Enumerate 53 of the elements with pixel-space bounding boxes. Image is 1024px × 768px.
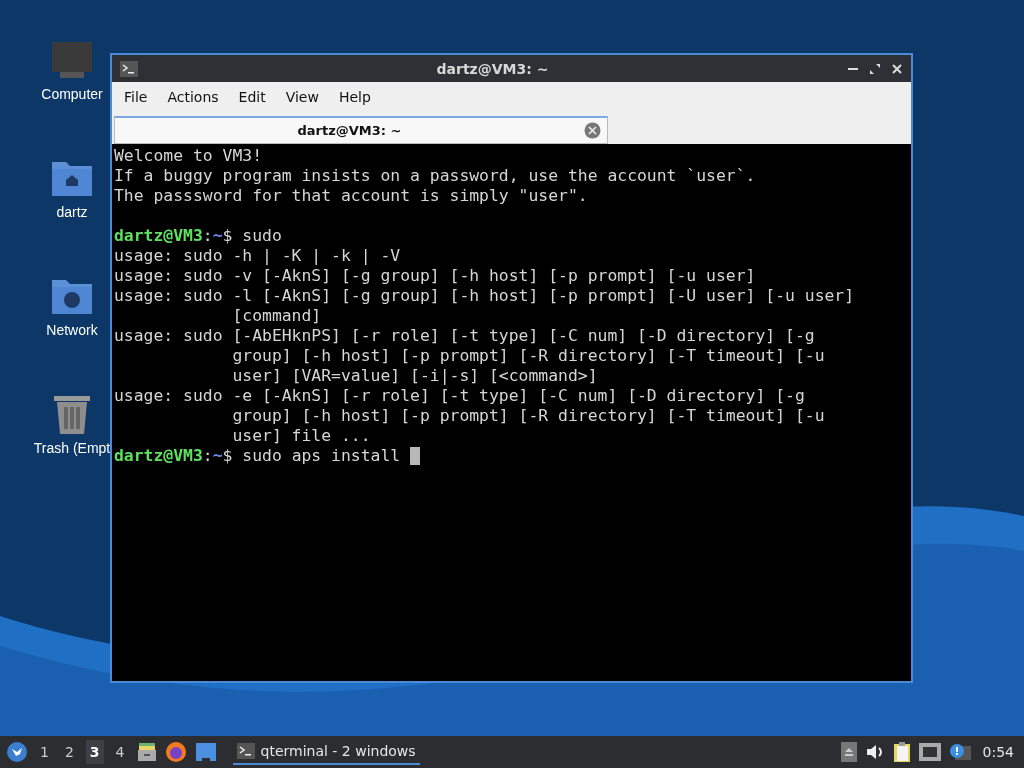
clipboard-icon[interactable] <box>892 741 911 763</box>
workspace-button[interactable]: 4 <box>111 740 129 764</box>
terminal-icon <box>120 60 138 77</box>
terminal-tab[interactable]: dartz@VM3: ~ <box>114 116 608 144</box>
output-line: usage: sudo [-AbEHknPS] [-r role] [-t type] [-C num] [-D directory] [-g <box>114 326 815 346</box>
file-cabinet-icon[interactable] <box>136 742 157 762</box>
network-folder-icon[interactable] <box>50 278 94 316</box>
output-line: usage: sudo -e [-AknS] [-r role] [-t type] [-C num] [-D directory] [-g <box>114 386 805 406</box>
desktop-icon-label[interactable]: dartz <box>56 204 88 220</box>
menu-item[interactable]: Edit <box>228 89 276 105</box>
prompt-separator: : <box>202 226 213 246</box>
terminal-icon <box>236 743 255 759</box>
output-line: usage: sudo -v [-AknS] [-g group] [-h host] [-p prompt] [-u user] <box>114 266 756 286</box>
workspace-button[interactable]: 2 <box>60 740 78 764</box>
network-port-icon[interactable] <box>918 743 941 761</box>
close-icon[interactable] <box>891 62 903 75</box>
desktop-icon-label[interactable]: Computer <box>41 86 103 102</box>
close-tab-icon[interactable] <box>584 122 601 139</box>
menu-item[interactable]: File <box>114 89 158 105</box>
prompt-user: dartz@VM3 <box>114 226 203 246</box>
menu-item[interactable]: Help <box>328 89 381 105</box>
window-icon[interactable] <box>194 742 217 762</box>
browser-icon[interactable] <box>164 741 187 763</box>
desktop-icon-label[interactable]: Trash (Empt <box>33 440 111 456</box>
notification-icon[interactable] <box>948 743 971 761</box>
output-line: user] file ... <box>231 426 371 446</box>
window-title: dartz@VM3: ~ <box>435 60 550 77</box>
output-line: Welcome to VM3! <box>114 146 263 166</box>
eject-icon[interactable] <box>840 742 857 762</box>
output-line: user] [VAR=value] [-i|-s] [<command>] <box>231 366 598 386</box>
speaker-icon[interactable] <box>864 743 885 761</box>
output-line: The passsword for that account is simply "user". <box>114 186 588 206</box>
prompt-user: dartz@VM3 <box>114 446 203 466</box>
output-line: usage: sudo -l [-AknS] [-g group] [-h host] [-p prompt] [-U user] [-u user] <box>114 286 855 306</box>
prompt-separator: : <box>202 446 213 466</box>
workspace-button[interactable]: 3 <box>85 740 104 764</box>
workspace-button[interactable]: 1 <box>36 740 53 764</box>
menu-item[interactable]: View <box>275 89 329 105</box>
clock[interactable]: 0:54 <box>982 744 1014 760</box>
output-line: group] [-h host] [-p prompt] [-R directory] [-T timeout] [-u <box>231 346 825 366</box>
home-folder-icon[interactable] <box>50 160 94 198</box>
prompt-path: ~ <box>212 446 223 466</box>
taskbar-task[interactable]: qterminal - 2 windows <box>232 739 420 765</box>
maximize-icon[interactable] <box>869 62 881 75</box>
command-text: $ sudo aps install <box>222 446 402 466</box>
desktop-icon-label[interactable]: Network <box>46 322 98 338</box>
output-line: group] [-h host] [-p prompt] [-R directory] [-T timeout] [-u <box>231 406 825 426</box>
output-line: [command] <box>231 306 322 326</box>
output-line: usage: sudo -h | -K | -k | -V <box>114 246 401 266</box>
menu-item[interactable]: Actions <box>157 89 229 105</box>
prompt-path: ~ <box>212 226 223 246</box>
output-line: If a buggy program insists on a password, use the account `user`. <box>114 166 756 186</box>
command-text: $ sudo <box>222 226 282 246</box>
